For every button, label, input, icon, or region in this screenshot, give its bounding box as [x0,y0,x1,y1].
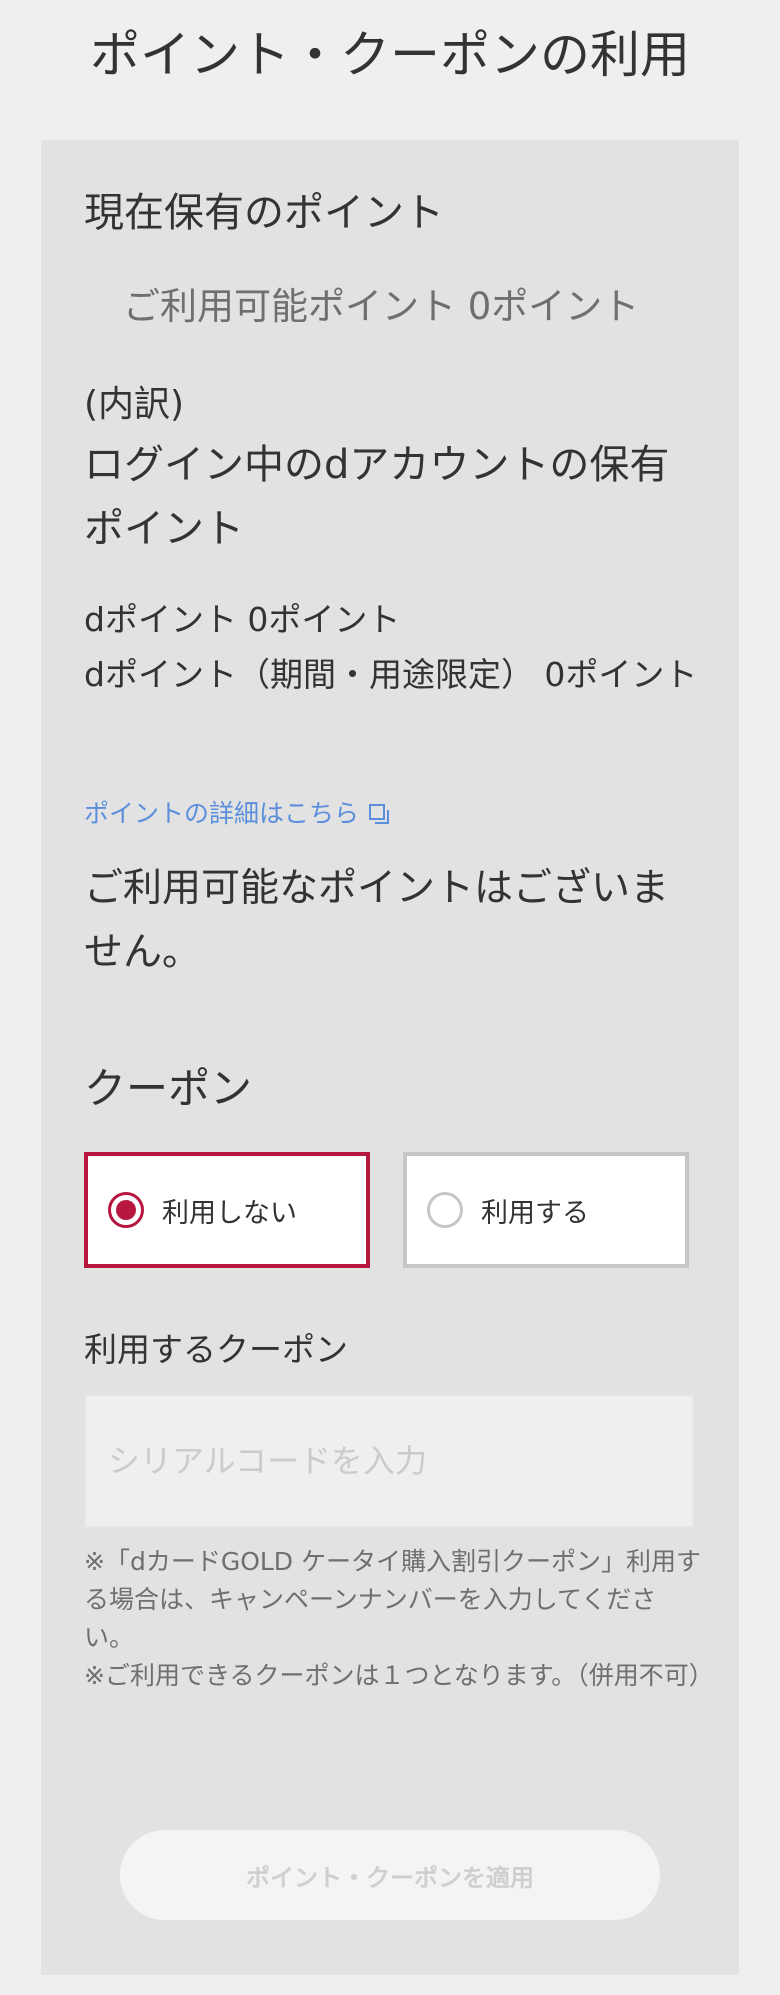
radio-unchecked-icon[interactable] [427,1192,463,1228]
no-points-message: ご利用可能なポイントはございません。 [84,866,670,975]
points-coupon-panel: 現在保有のポイント ご利用可能ポイント 0ポイント (内訳) ログイン中のdアカ… [41,140,739,1975]
serial-code-input[interactable] [84,1394,694,1528]
coupon-option-not-use[interactable]: 利用しない [84,1152,370,1268]
point-details-link[interactable]: ポイントの詳細はこちら [84,796,390,832]
point-details-link-label: ポイントの詳細はこちら [84,799,360,828]
coupon-option-not-use-label: 利用しない [162,1197,297,1229]
dpoint-limited-balance: dポイント（期間・用途限定） 0ポイント [84,655,698,694]
points-heading: 現在保有のポイント [84,190,444,236]
coupon-input-label: 利用するクーポン [84,1330,348,1369]
account-points-heading: ログイン中のdアカウントの保有ポイント [84,442,670,552]
external-link-icon [369,804,390,824]
coupon-option-use-label: 利用する [481,1197,589,1229]
dpoint-balance: dポイント 0ポイント [84,600,401,639]
coupon-heading: クーポン [84,1064,253,1113]
apply-points-coupon-button[interactable]: ポイント・クーポンを適用 [120,1830,660,1920]
coupon-option-use[interactable]: 利用する [403,1152,689,1268]
coupon-note: ※「dカードGOLD ケータイ購入割引クーポン」利用する場合は、キャンペーンナン… [84,1547,701,1652]
coupon-note: ※ご利用できるクーポンは１つとなります。（併用不可） [84,1661,714,1690]
coupon-notes: ※「dカードGOLD ケータイ購入割引クーポン」利用する場合は、キャンペーンナン… [84,1543,714,1695]
page-title: ポイント・クーポンの利用 [90,26,690,84]
available-points-text: ご利用可能ポイント 0ポイント [123,285,640,328]
radio-checked-icon[interactable] [108,1192,144,1228]
breakdown-label: (内訳) [84,384,185,425]
